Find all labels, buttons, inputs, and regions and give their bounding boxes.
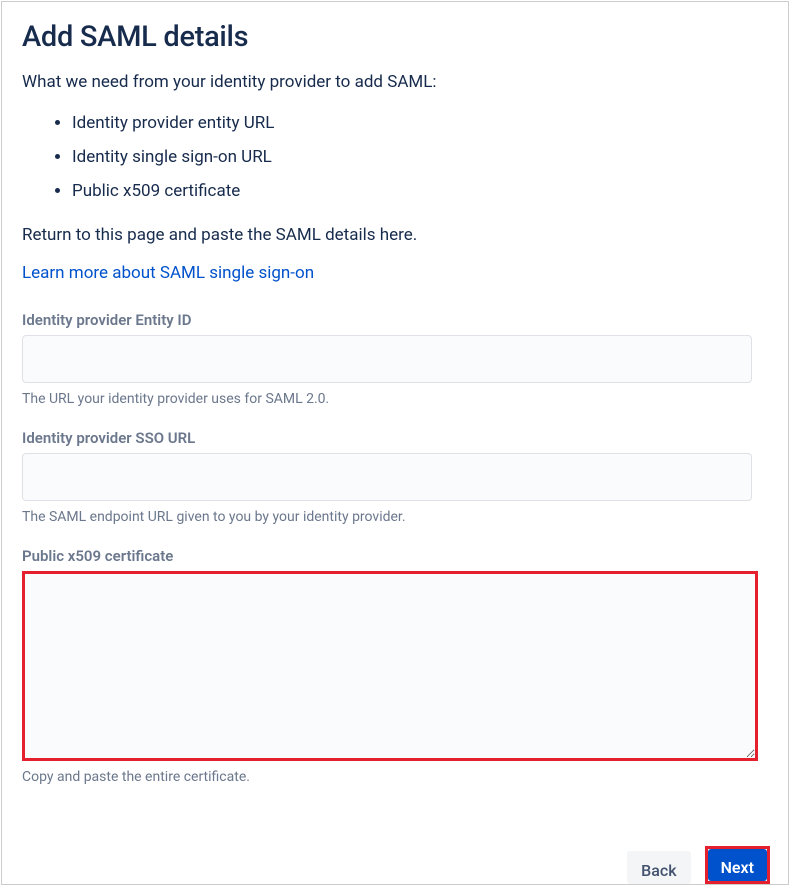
- x509-textarea[interactable]: [25, 574, 755, 758]
- requirements-list: Identity provider entity URL Identity si…: [72, 112, 768, 203]
- sso-url-label: Identity provider SSO URL: [22, 429, 768, 447]
- x509-label: Public x509 certificate: [22, 547, 768, 565]
- x509-help: Copy and paste the entire certificate.: [22, 769, 768, 785]
- entity-id-input[interactable]: [22, 335, 752, 383]
- page-title: Add SAML details: [22, 20, 768, 54]
- footer-buttons: Back Next: [627, 846, 770, 884]
- x509-highlight-box: [22, 571, 758, 761]
- return-text: Return to this page and paste the SAML d…: [22, 225, 768, 245]
- sso-url-input[interactable]: [22, 453, 752, 501]
- x509-group: Public x509 certificate Copy and paste t…: [22, 547, 768, 785]
- requirement-item: Identity single sign-on URL: [72, 146, 768, 170]
- next-button[interactable]: Next: [708, 849, 767, 881]
- saml-details-panel: Add SAML details What we need from your …: [1, 1, 789, 885]
- requirement-item: Public x509 certificate: [72, 180, 768, 204]
- intro-text: What we need from your identity provider…: [22, 72, 768, 92]
- entity-id-help: The URL your identity provider uses for …: [22, 391, 768, 407]
- sso-url-group: Identity provider SSO URL The SAML endpo…: [22, 429, 768, 525]
- sso-url-help: The SAML endpoint URL given to you by yo…: [22, 509, 768, 525]
- learn-more-link[interactable]: Learn more about SAML single sign-on: [22, 263, 314, 283]
- entity-id-label: Identity provider Entity ID: [22, 311, 768, 329]
- back-button[interactable]: Back: [627, 851, 690, 884]
- entity-id-group: Identity provider Entity ID The URL your…: [22, 311, 768, 407]
- requirement-item: Identity provider entity URL: [72, 112, 768, 136]
- next-highlight-box: Next: [705, 846, 770, 884]
